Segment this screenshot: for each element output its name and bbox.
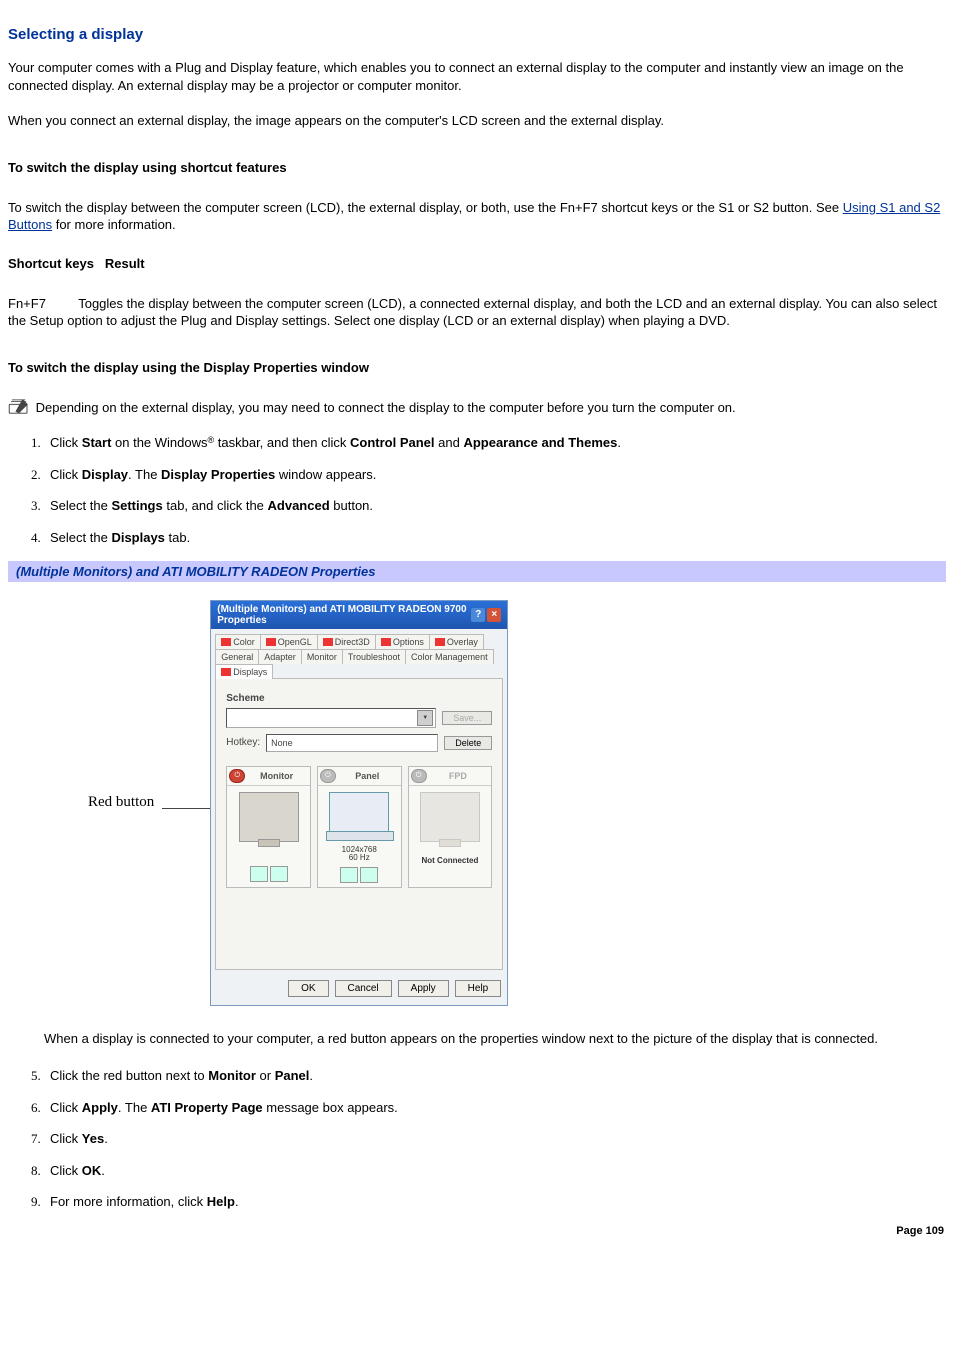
ati-flag-icon (381, 638, 391, 646)
note-text: Depending on the external display, you m… (32, 400, 736, 415)
subheading-display-props: To switch the display using the Display … (8, 360, 946, 375)
shortcut-row: Fn+F7 Toggles the display between the co… (8, 295, 946, 330)
monitor-crt-icon (239, 792, 299, 842)
step-6: Click Apply. The ATI Property Page messa… (44, 1099, 946, 1117)
shortcut-post: for more information. (52, 217, 176, 232)
panel-laptop-icon (329, 792, 389, 834)
note-paragraph: Depending on the external display, you m… (8, 399, 946, 417)
scheme-delete-button[interactable]: Delete (444, 736, 492, 750)
scheme-save-button[interactable]: Save... (442, 711, 492, 725)
tab-options[interactable]: Options (375, 634, 430, 649)
dialog-apply-button[interactable]: Apply (398, 980, 449, 997)
dialog-body: Scheme ▼ Save... Hotkey: None Delete ⏻ M… (215, 678, 503, 970)
shortcut-body: To switch the display between the comput… (8, 199, 946, 234)
red-toggle-fpd[interactable]: ⏻ (411, 769, 427, 783)
mini-btn-2[interactable] (270, 866, 288, 882)
card-label-fpd: FPD (427, 771, 490, 781)
card-label-monitor: Monitor (245, 771, 308, 781)
mini-btn-2[interactable] (360, 867, 378, 883)
tab-monitor[interactable]: Monitor (301, 649, 343, 664)
intro-paragraph-1: Your computer comes with a Plug and Disp… (8, 59, 946, 94)
tab-opengl[interactable]: OpenGL (260, 634, 318, 649)
step-3: Select the Settings tab, and click the A… (44, 497, 946, 515)
steps-list-b: When a display is connected to your comp… (8, 1030, 946, 1048)
dialog-figure: Red button (Multiple Monitors) and ATI M… (8, 600, 946, 1006)
titlebar-close-button[interactable]: × (487, 608, 501, 622)
display-card-monitor: ⏻ Monitor (226, 766, 311, 889)
step-2: Click Display. The Display Properties wi… (44, 466, 946, 484)
tab-color[interactable]: Color (215, 634, 261, 649)
ati-flag-icon (221, 638, 231, 646)
note-pencil-icon (8, 399, 30, 415)
fpd-monitor-icon (420, 792, 480, 842)
intro-paragraph-2: When you connect an external display, th… (8, 112, 946, 130)
scheme-label: Scheme (226, 693, 492, 704)
ati-flag-icon (323, 638, 333, 646)
hotkey-input[interactable]: None (266, 734, 438, 752)
dialog-title-text: (Multiple Monitors) and ATI MOBILITY RAD… (217, 604, 471, 626)
tab-displays[interactable]: Displays (215, 664, 273, 679)
shortcut-result: Toggles the display between the computer… (8, 296, 937, 329)
chevron-down-icon: ▼ (417, 710, 433, 726)
dialog-titlebar: (Multiple Monitors) and ATI MOBILITY RAD… (211, 601, 507, 629)
callout-red-button-label: Red button (88, 794, 154, 811)
shortcut-table: Shortcut keys Result (8, 256, 946, 271)
tab-direct3d[interactable]: Direct3D (317, 634, 376, 649)
tab-general[interactable]: General (215, 649, 259, 664)
dialog-cancel-button[interactable]: Cancel (335, 980, 392, 997)
step-9: For more information, click Help. (44, 1193, 946, 1211)
tab-adapter[interactable]: Adapter (258, 649, 302, 664)
tab-color-management[interactable]: Color Management (405, 649, 494, 664)
step-7: Click Yes. (44, 1130, 946, 1148)
after-dialog-text: When a display is connected to your comp… (38, 1030, 946, 1048)
subheading-shortcut: To switch the display using shortcut fea… (8, 160, 946, 175)
card-label-panel: Panel (336, 771, 399, 781)
page-number: Page 109 (8, 1225, 946, 1237)
shortcut-key: Fn+F7 (8, 296, 46, 311)
callout-line (162, 808, 210, 809)
panel-resolution: 1024x768 60 Hz (342, 846, 377, 864)
display-card-panel: ⏻ Panel 1024x768 60 Hz (317, 766, 402, 889)
mini-btn-1[interactable] (250, 866, 268, 882)
step-5: Click the red button next to Monitor or … (44, 1067, 946, 1085)
mini-btn-1[interactable] (340, 867, 358, 883)
steps-list-a: Click Start on the Windows® taskbar, and… (8, 434, 946, 546)
steps-list-b2: Click the red button next to Monitor or … (8, 1067, 946, 1211)
dialog-help-button[interactable]: Help (455, 980, 502, 997)
col-result: Result (105, 256, 145, 271)
dialog-ok-button[interactable]: OK (288, 980, 328, 997)
step-8: Click OK. (44, 1162, 946, 1180)
tab-troubleshoot[interactable]: Troubleshoot (342, 649, 406, 664)
red-toggle-monitor[interactable]: ⏻ (229, 769, 245, 783)
scheme-select[interactable]: ▼ (226, 708, 436, 728)
red-toggle-panel[interactable]: ⏻ (320, 769, 336, 783)
ati-flag-icon (266, 638, 276, 646)
dialog-caption: (Multiple Monitors) and ATI MOBILITY RAD… (8, 561, 946, 582)
display-card-fpd: ⏻ FPD Not Connected (408, 766, 493, 889)
section-title: Selecting a display (8, 26, 946, 43)
dialog-tabs: Color OpenGL Direct3D Options Overlay Ge… (211, 629, 507, 678)
hotkey-label: Hotkey: (226, 737, 260, 748)
scheme-group: Scheme ▼ Save... Hotkey: None Delete (226, 693, 492, 752)
step-4: Select the Displays tab. (44, 529, 946, 547)
display-cards-row: ⏻ Monitor ⏻ Panel (226, 766, 492, 889)
shortcut-pre: To switch the display between the comput… (8, 200, 843, 215)
titlebar-help-button[interactable]: ? (471, 608, 485, 622)
dialog-button-row: OK Cancel Apply Help (211, 974, 507, 1005)
fpd-not-connected: Not Connected (421, 856, 478, 865)
ati-flag-icon (435, 638, 445, 646)
ati-flag-icon (221, 668, 231, 676)
ati-properties-dialog: (Multiple Monitors) and ATI MOBILITY RAD… (210, 600, 508, 1006)
step-1: Click Start on the Windows® taskbar, and… (44, 434, 946, 452)
tab-overlay[interactable]: Overlay (429, 634, 484, 649)
col-shortcut-keys: Shortcut keys (8, 256, 94, 271)
